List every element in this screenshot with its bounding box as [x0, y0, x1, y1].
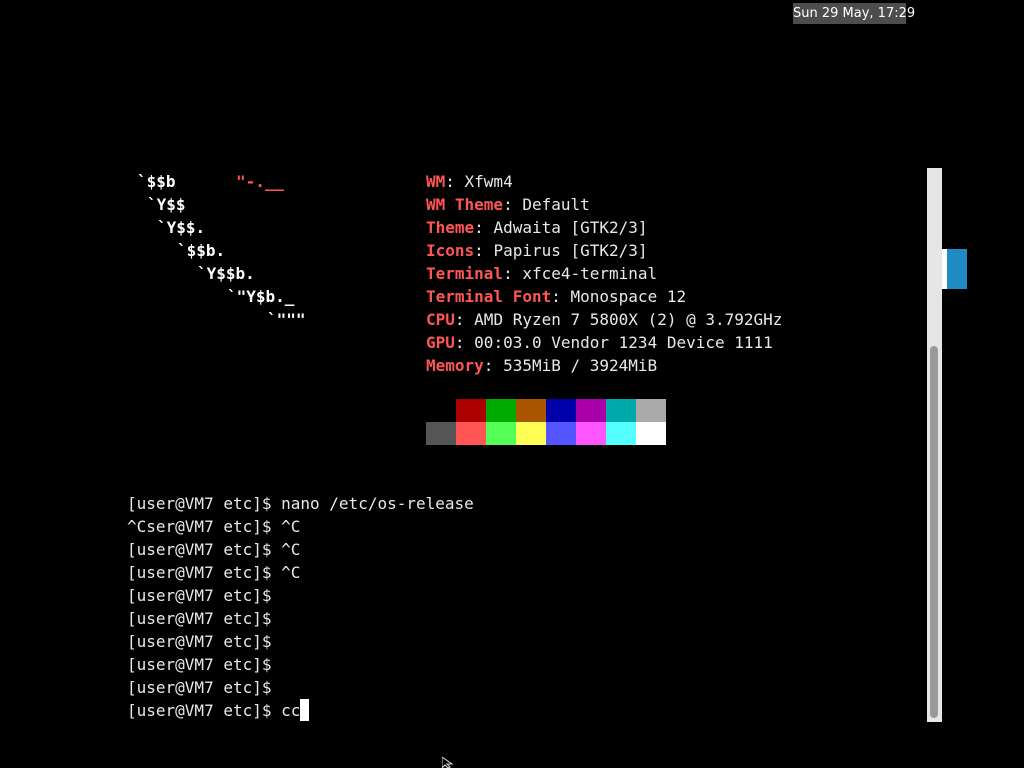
terminal-line: [user@VM7 etc]$ [127, 655, 272, 674]
terminal-line: [user@VM7 etc]$ [127, 678, 272, 697]
logo-line-2: `Y$$ [147, 195, 186, 214]
info-key: Terminal [426, 264, 504, 283]
terminal-input-line[interactable]: [user@VM7 etc]$ cc [127, 699, 310, 722]
color-swatch [426, 399, 456, 422]
terminal-prompt: [user@VM7 etc]$ cc [127, 701, 301, 720]
info-key: CPU [426, 310, 455, 329]
info-value: : 535MiB / 3924MiB [483, 356, 658, 375]
side-panel-handle[interactable] [942, 249, 967, 289]
logo-line-3: `Y$$. [157, 218, 206, 237]
info-key: Icons [426, 241, 475, 260]
logo-line-6: `"Y$b._ [227, 287, 295, 306]
info-value: : Default [503, 195, 590, 214]
color-swatch [606, 399, 636, 422]
info-key: Theme [426, 218, 475, 237]
logo-line-1: `$$b [137, 170, 176, 193]
color-swatch [426, 422, 456, 445]
color-palette [426, 399, 666, 445]
color-swatch [516, 422, 546, 445]
terminal-line: [user@VM7 etc]$ ^C [127, 563, 301, 582]
color-swatch [636, 422, 666, 445]
logo-line-7: `""" [267, 310, 306, 329]
info-row-wm-theme: WM Theme: Default [426, 193, 590, 216]
logo-line-4: `$$b. [177, 241, 226, 260]
text-cursor [300, 699, 310, 721]
info-value: : AMD Ryzen 7 5800X (2) @ 3.792GHz [454, 310, 783, 329]
terminal-scrollbar[interactable] [927, 168, 942, 722]
color-swatch [516, 399, 546, 422]
info-key: Terminal Font [426, 287, 552, 306]
info-value: : Papirus [GTK2/3] [474, 241, 648, 260]
info-row-memory: Memory: 535MiB / 3924MiB [426, 354, 657, 377]
info-row-terminal: Terminal: xfce4-terminal [426, 262, 657, 285]
terminal-line: [user@VM7 etc]$ [127, 632, 272, 651]
color-swatch [456, 399, 486, 422]
info-value: : Adwaita [GTK2/3] [474, 218, 648, 237]
info-value: : Xfwm4 [445, 172, 513, 191]
logo-line-5: `Y$$b. [197, 264, 255, 283]
info-row-icons: Icons: Papirus [GTK2/3] [426, 239, 648, 262]
info-row-terminal-font: Terminal Font: Monospace 12 [426, 285, 686, 308]
info-value: : xfce4-terminal [503, 264, 658, 283]
scrollbar-thumb[interactable] [930, 346, 938, 718]
color-swatch [636, 399, 666, 422]
info-value: : 00:03.0 Vendor 1234 Device 1111 [454, 333, 773, 352]
info-value: : Monospace 12 [551, 287, 687, 306]
info-key: Memory [426, 356, 484, 375]
terminal-line: [user@VM7 etc]$ [127, 609, 272, 628]
terminal-window[interactable]: `$$b "-.__ `Y$$ `Y$$. `$$b. `Y$$b. `"Y$b… [0, 0, 1024, 768]
terminal-line: [user@VM7 etc]$ ^C [127, 540, 301, 559]
info-row-theme: Theme: Adwaita [GTK2/3] [426, 216, 648, 239]
terminal-line: ^Cser@VM7 etc]$ ^C [127, 517, 301, 536]
info-row-wm: WM: Xfwm4 [426, 170, 513, 193]
terminal-line: [user@VM7 etc]$ nano /etc/os-release [127, 494, 474, 513]
color-swatch [576, 422, 606, 445]
info-key: GPU [426, 333, 455, 352]
info-row-gpu: GPU: 00:03.0 Vendor 1234 Device 1111 [426, 331, 773, 354]
logo-line-1-accent: "-.__ [236, 172, 285, 191]
color-swatch [456, 422, 486, 445]
color-swatch [486, 399, 516, 422]
info-key: WM [426, 172, 446, 191]
color-swatch [546, 399, 576, 422]
color-swatch [546, 422, 576, 445]
terminal-line: [user@VM7 etc]$ [127, 586, 272, 605]
logo-text: `$$b [137, 172, 176, 191]
info-key: WM Theme [426, 195, 504, 214]
color-swatch [606, 422, 636, 445]
info-row-cpu: CPU: AMD Ryzen 7 5800X (2) @ 3.792GHz [426, 308, 782, 331]
color-swatch [576, 399, 606, 422]
color-swatch [486, 422, 516, 445]
